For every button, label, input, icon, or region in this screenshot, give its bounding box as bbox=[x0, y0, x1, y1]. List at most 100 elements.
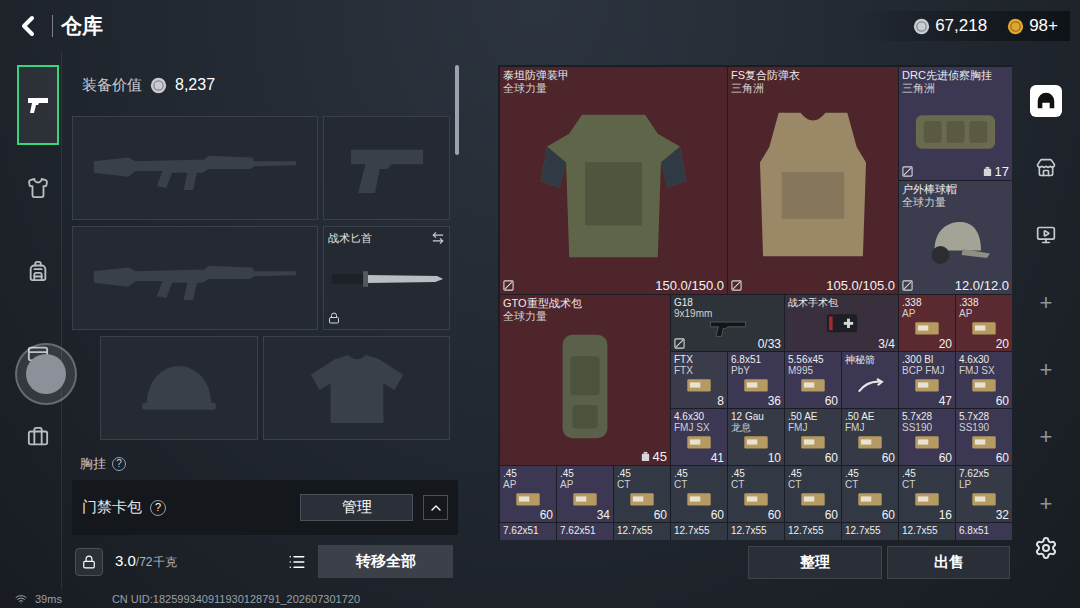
item-subtitle: FMJ bbox=[788, 422, 838, 433]
item-name: 泰坦防弹装甲 bbox=[503, 69, 724, 82]
storage-item[interactable]: GTO重型战术包全球力量45 bbox=[500, 295, 670, 465]
item-picture bbox=[674, 433, 724, 451]
item-footer: 60 bbox=[902, 451, 952, 464]
storage-item[interactable]: FTXFTX8 bbox=[671, 352, 727, 408]
swap-icon[interactable] bbox=[431, 231, 445, 245]
ammo-box-icon bbox=[857, 434, 883, 450]
storage-item[interactable]: .338AP20 bbox=[899, 295, 955, 351]
add-slot[interactable]: + bbox=[1030, 420, 1062, 452]
item-footer: 60 bbox=[959, 394, 1009, 407]
storage-item[interactable]: 4.6x30FMJ SX60 bbox=[956, 352, 1012, 408]
add-slot[interactable]: + bbox=[1030, 353, 1062, 385]
currency[interactable]: 67,218 bbox=[913, 13, 987, 39]
item-picture bbox=[731, 536, 781, 540]
item-subtitle: 三角洲 bbox=[731, 82, 895, 95]
storage-item[interactable]: 5.7x28SS19060 bbox=[899, 409, 955, 465]
slot-label: 战术匕首 bbox=[328, 231, 372, 245]
storage-item[interactable]: 7.62x5LP32 bbox=[956, 466, 1012, 522]
equipment-slot[interactable] bbox=[100, 336, 258, 440]
storage-item[interactable]: DRC先进侦察胸挂三角洲17 bbox=[899, 67, 1012, 180]
storage-item[interactable]: 7.62x51 bbox=[500, 523, 556, 540]
right-tab[interactable] bbox=[1030, 85, 1062, 117]
storage-item[interactable]: .45AP34 bbox=[557, 466, 613, 522]
equipment-slot[interactable]: 战术匕首 bbox=[323, 226, 450, 330]
side-tab[interactable] bbox=[17, 397, 59, 477]
storage-button[interactable]: 出售 bbox=[887, 546, 1010, 579]
storage-item[interactable]: .300 BlBCP FMJ47 bbox=[899, 352, 955, 408]
storage-button[interactable]: 整理 bbox=[748, 546, 882, 579]
equipment-slot[interactable] bbox=[323, 116, 450, 220]
storage-item[interactable]: .50 AEFMJ60 bbox=[842, 409, 898, 465]
side-tab[interactable] bbox=[17, 231, 59, 311]
side-tab[interactable] bbox=[17, 148, 59, 228]
storage-item[interactable]: 12.7x55 bbox=[671, 523, 727, 540]
item-value: 20 bbox=[996, 338, 1009, 350]
back-icon[interactable] bbox=[12, 10, 44, 42]
item-name: .45 bbox=[674, 468, 724, 479]
currency-bar: 67,218 98+ bbox=[853, 11, 1070, 41]
storage-item[interactable]: 6.8x51PbY36 bbox=[728, 352, 784, 408]
item-footer: 16 bbox=[902, 508, 952, 521]
storage-item[interactable]: .45CT60 bbox=[728, 466, 784, 522]
storage-item[interactable]: FS复合防弹衣三角洲105.0/105.0 bbox=[728, 67, 898, 294]
item-value: 32 bbox=[996, 509, 1009, 521]
chevron-up-icon bbox=[428, 500, 444, 516]
side-tab[interactable] bbox=[17, 65, 59, 145]
storage-item[interactable]: 泰坦防弹装甲全球力量150.0/150.0 bbox=[500, 67, 727, 294]
storage-item[interactable]: 12.7x55 bbox=[842, 523, 898, 540]
coin-icon bbox=[150, 77, 167, 94]
equipment-slot[interactable] bbox=[263, 336, 450, 440]
storage-item[interactable]: 12 Gau龙息10 bbox=[728, 409, 784, 465]
storage-item[interactable]: .45CT60 bbox=[842, 466, 898, 522]
storage-item[interactable]: 5.56x45M99560 bbox=[785, 352, 841, 408]
storage-item[interactable]: .45CT16 bbox=[899, 466, 955, 522]
storage-item[interactable]: 5.7x28SS19060 bbox=[956, 409, 1012, 465]
storage-item[interactable]: .45CT60 bbox=[614, 466, 670, 522]
currency[interactable]: 98+ bbox=[1007, 13, 1058, 39]
storage-item[interactable]: .45CT60 bbox=[785, 466, 841, 522]
storage-item[interactable]: 12.7x55 bbox=[899, 523, 955, 540]
storage-item[interactable]: .45CT60 bbox=[671, 466, 727, 522]
item-subtitle: BCP FMJ bbox=[902, 365, 952, 376]
add-slot[interactable]: + bbox=[1030, 487, 1062, 519]
right-tab[interactable] bbox=[1030, 152, 1062, 184]
add-slot[interactable]: + bbox=[1030, 286, 1062, 318]
gear-icon[interactable] bbox=[1034, 536, 1058, 560]
storage-item[interactable]: 4.6x30FMJ SX41 bbox=[671, 409, 727, 465]
collapse-button[interactable] bbox=[423, 495, 448, 520]
storage-item[interactable]: 战术手术包3/4 bbox=[785, 295, 898, 351]
storage-item[interactable]: G189x19mm0/33 bbox=[671, 295, 784, 351]
item-name: 6.8x51 bbox=[959, 525, 1009, 536]
storage-item[interactable]: 7.62x51 bbox=[557, 523, 613, 540]
storage-item[interactable]: .338AP20 bbox=[956, 295, 1012, 351]
list-button[interactable] bbox=[284, 549, 310, 575]
item-value: 17 bbox=[995, 165, 1009, 178]
item-subtitle: CT bbox=[731, 479, 781, 490]
item-subtitle: SS190 bbox=[902, 422, 952, 433]
item-value: 60 bbox=[996, 395, 1009, 407]
manage-button[interactable]: 管理 bbox=[300, 494, 413, 521]
weight-bar: 3.0/72千克转移全部 bbox=[72, 543, 453, 580]
storage-item[interactable]: .45AP60 bbox=[500, 466, 556, 522]
right-tab[interactable] bbox=[1030, 219, 1062, 251]
warehouse-screen: 仓库67,21898+装备价值8,237战术匕首胸挂?门禁卡包?管理3.0/72… bbox=[0, 0, 1080, 608]
item-name: FTX bbox=[674, 354, 724, 365]
storage-item[interactable]: .50 AEFMJ60 bbox=[785, 409, 841, 465]
storage-item[interactable]: 6.8x51 bbox=[956, 523, 1012, 540]
scrollbar[interactable] bbox=[455, 52, 459, 478]
equipment-slot[interactable] bbox=[72, 226, 318, 330]
storage-item[interactable]: 12.7x55 bbox=[614, 523, 670, 540]
floating-button[interactable] bbox=[15, 343, 77, 405]
storage-item[interactable]: 12.7x55 bbox=[728, 523, 784, 540]
ammo-box-icon bbox=[971, 377, 997, 393]
storage-item[interactable]: 户外棒球帽全球力量12.0/12.0 bbox=[899, 181, 1012, 294]
storage-item[interactable]: 神秘箭 bbox=[842, 352, 898, 408]
storage-panel: 泰坦防弹装甲全球力量150.0/150.0FS复合防弹衣三角洲105.0/105… bbox=[498, 52, 1012, 590]
ammo-box-icon bbox=[971, 320, 997, 336]
rig-picture-icon bbox=[906, 99, 1005, 159]
item-value: 60 bbox=[825, 395, 838, 407]
storage-item[interactable]: 12.7x55 bbox=[785, 523, 841, 540]
equipment-slot[interactable] bbox=[72, 116, 318, 220]
transfer-all-button[interactable]: 转移全部 bbox=[318, 545, 453, 578]
item-value: 47 bbox=[939, 395, 952, 407]
